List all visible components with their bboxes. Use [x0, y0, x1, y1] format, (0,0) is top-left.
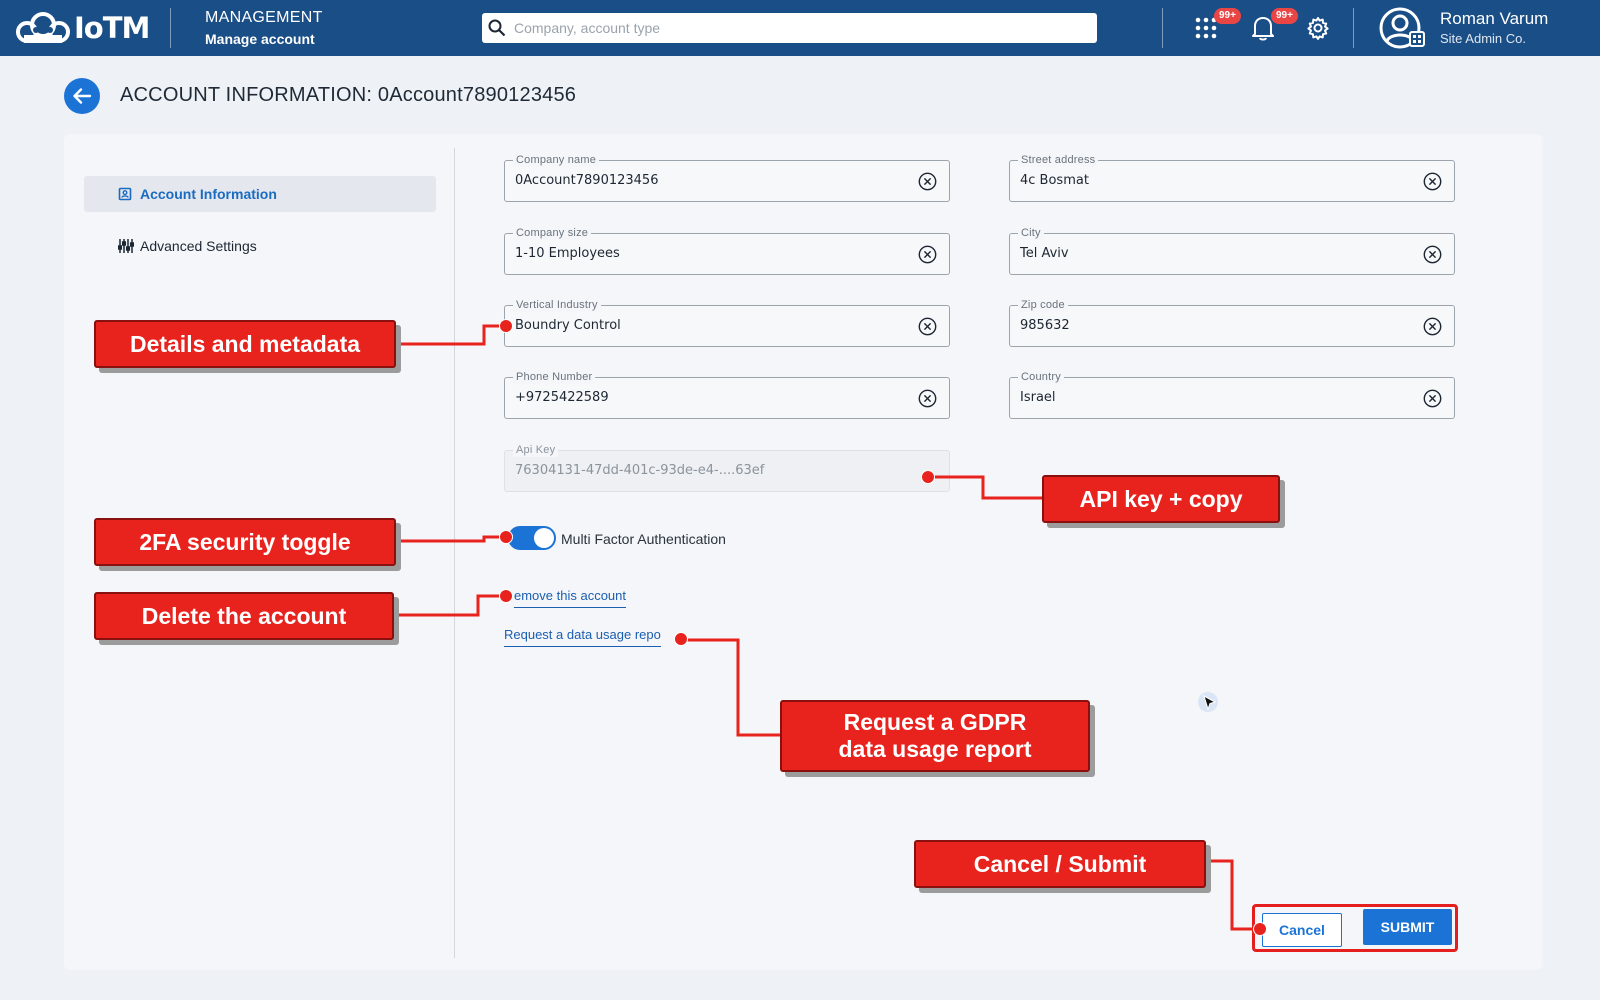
- field-value[interactable]: 76304131-47dd-401c-93de-e4-....63ef: [515, 463, 764, 478]
- user-org: Site Admin Co.: [1440, 31, 1526, 46]
- top-bar: IoTM MANAGEMENT Manage account 99+ 99+: [0, 0, 1600, 56]
- page-title: ACCOUNT INFORMATION: 0Account7890123456: [120, 84, 577, 106]
- section-title: MANAGEMENT: [205, 9, 323, 26]
- field-label: Vertical Industry: [513, 298, 601, 312]
- annotation-gdpr-line1: Request a GDPR: [843, 709, 1027, 735]
- user-avatar[interactable]: [1378, 6, 1434, 50]
- annotation-dot: [499, 589, 513, 603]
- field-value[interactable]: 1-10 Employees: [515, 246, 620, 261]
- clear-circle-icon[interactable]: [918, 389, 937, 408]
- annotation-cancel-submit: Cancel / Submit: [914, 840, 1206, 888]
- clear-circle-icon[interactable]: [918, 245, 937, 264]
- settings-gear-icon[interactable]: [1304, 14, 1332, 42]
- annotation-dot: [499, 319, 513, 333]
- sidebar-item-advanced-settings[interactable]: Advanced Settings: [84, 228, 436, 264]
- field-label: Street address: [1018, 153, 1099, 167]
- user-name[interactable]: Roman Varum: [1440, 9, 1548, 29]
- annotation-dot: [921, 470, 935, 484]
- cloud-logo-icon: [16, 12, 70, 43]
- api-key-field[interactable]: Api Key 76304131-47dd-401c-93de-e4-....6…: [504, 443, 950, 492]
- notifications-badge: 99+: [1271, 8, 1298, 24]
- annotation-dot: [499, 530, 513, 544]
- mouse-cursor-icon: [1198, 692, 1218, 712]
- field-label: Api Key: [513, 443, 559, 457]
- field-label: Company size: [513, 226, 592, 240]
- field-label: City: [1018, 226, 1044, 240]
- app-logo[interactable]: IoTM: [14, 8, 150, 48]
- section-header: MANAGEMENT Manage account: [205, 9, 323, 47]
- topbar-divider: [1162, 8, 1163, 48]
- annotation-2fa: 2FA security toggle: [94, 518, 396, 566]
- sidebar-divider: [454, 148, 455, 958]
- annotation-details: Details and metadata: [94, 320, 396, 368]
- search-icon: [488, 19, 506, 37]
- data-usage-report-link[interactable]: Request a data usage repo: [504, 627, 661, 647]
- field-label: Zip code: [1018, 298, 1068, 312]
- clear-circle-icon[interactable]: [1423, 389, 1442, 408]
- street-address-field[interactable]: Street address 4c Bosmat: [1009, 153, 1455, 202]
- buttons-highlight-frame: [1252, 904, 1458, 952]
- clear-circle-icon[interactable]: [1423, 172, 1442, 191]
- annotation-api-key: API key + copy: [1042, 475, 1280, 523]
- field-label: Company name: [513, 153, 600, 167]
- field-value[interactable]: Israel: [1020, 390, 1056, 405]
- sidebar-item-label: Advanced Settings: [140, 238, 257, 254]
- section-subtitle: Manage account: [205, 31, 315, 47]
- topbar-divider: [170, 8, 171, 48]
- field-value[interactable]: 985632: [1020, 318, 1070, 333]
- clear-circle-icon[interactable]: [1423, 317, 1442, 336]
- city-field[interactable]: City Tel Aviv: [1009, 226, 1455, 275]
- company-size-field[interactable]: Company size 1-10 Employees: [504, 226, 950, 275]
- annotation-dot: [674, 632, 688, 646]
- mfa-toggle[interactable]: [508, 526, 556, 550]
- sliders-icon: [118, 239, 134, 253]
- field-value[interactable]: Tel Aviv: [1020, 246, 1069, 261]
- clear-circle-icon[interactable]: [1423, 245, 1442, 264]
- field-value[interactable]: +9725422589: [515, 390, 609, 405]
- country-field[interactable]: Country Israel: [1009, 370, 1455, 419]
- back-button[interactable]: [64, 78, 100, 114]
- account-card-icon: [118, 187, 132, 201]
- search-input[interactable]: [514, 20, 1074, 36]
- annotation-gdpr: Request a GDPR data usage report: [780, 700, 1090, 772]
- field-value[interactable]: 4c Bosmat: [1020, 173, 1089, 188]
- vertical-industry-field[interactable]: Vertical Industry Boundry Control: [504, 298, 950, 347]
- field-value[interactable]: Boundry Control: [515, 318, 621, 333]
- user-avatar-icon: [1379, 7, 1425, 49]
- mfa-label: Multi Factor Authentication: [561, 531, 726, 547]
- field-label: Phone Number: [513, 370, 596, 384]
- topbar-divider: [1353, 8, 1354, 48]
- annotation-dot: [1253, 922, 1267, 936]
- search-bar[interactable]: [482, 13, 1097, 43]
- clear-circle-icon[interactable]: [918, 172, 937, 191]
- field-label: Country: [1018, 370, 1064, 384]
- arrow-left-icon: [73, 88, 92, 104]
- remove-account-link[interactable]: emove this account: [514, 588, 627, 608]
- sidebar-item-account-information[interactable]: Account Information: [84, 176, 436, 212]
- company-name-field[interactable]: Company name 0Account7890123456: [504, 153, 950, 202]
- phone-number-field[interactable]: Phone Number +9725422589: [504, 370, 950, 419]
- zip-code-field[interactable]: Zip code 985632: [1009, 298, 1455, 347]
- annotation-delete: Delete the account: [94, 592, 394, 640]
- field-value[interactable]: 0Account7890123456: [515, 173, 658, 188]
- clear-circle-icon[interactable]: [918, 317, 937, 336]
- apps-badge: 99+: [1214, 8, 1241, 24]
- logo-text: IoTM: [74, 11, 150, 45]
- toggle-knob: [534, 528, 554, 548]
- sidebar-item-label: Account Information: [140, 186, 277, 202]
- annotation-gdpr-line2: data usage report: [838, 736, 1032, 762]
